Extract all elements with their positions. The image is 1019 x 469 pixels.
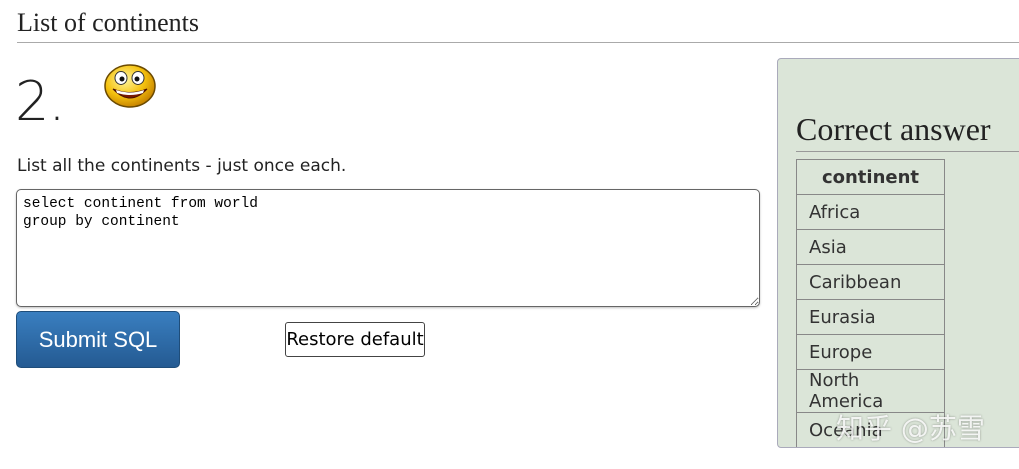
page-title: List of continents: [17, 8, 199, 37]
answer-title: Correct answer: [796, 111, 991, 147]
table-row: Asia: [796, 229, 945, 265]
sql-editor[interactable]: select continent from world group by con…: [16, 189, 760, 307]
title-divider: [17, 42, 1019, 43]
column-header: continent: [796, 159, 945, 195]
table-row: Eurasia: [796, 299, 945, 335]
answer-table: continent Africa Asia Caribbean Eurasia …: [796, 159, 945, 447]
table-row: Europe: [796, 334, 945, 370]
question-number: 2.: [15, 70, 66, 133]
table-cell: Eurasia: [796, 299, 945, 335]
smiley-face-icon: [104, 64, 156, 108]
table-cell: Caribbean: [796, 264, 945, 300]
table-cell: Africa: [796, 194, 945, 230]
restore-default-button[interactable]: Restore default: [285, 322, 425, 357]
table-cell: Asia: [796, 229, 945, 265]
question-prompt: List all the continents - just once each…: [17, 156, 347, 176]
submit-sql-button[interactable]: Submit SQL: [16, 311, 180, 368]
answer-divider: [796, 151, 1019, 152]
table-row: Africa: [796, 194, 945, 230]
correct-answer-panel: Correct answer continent Africa Asia Car…: [777, 58, 1019, 448]
table-cell: Europe: [796, 334, 945, 370]
watermark: 知乎 @苏雪: [836, 412, 985, 445]
table-row: Caribbean: [796, 264, 945, 300]
